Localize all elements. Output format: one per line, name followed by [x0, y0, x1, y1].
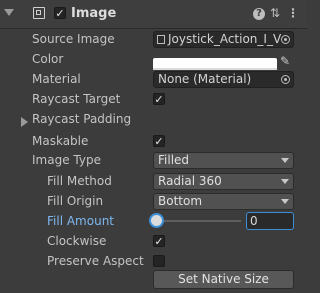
maskable-checkbox[interactable]: ✓ [153, 135, 165, 147]
help-icon[interactable]: ? [253, 8, 265, 20]
component-title: Image [71, 6, 117, 21]
image-type-value: Filled [158, 153, 190, 167]
clockwise-checkbox[interactable]: ✓ [153, 235, 165, 247]
image-type-label: Image Type [32, 153, 101, 167]
collapse-arrow-icon[interactable] [4, 9, 14, 16]
source-image-label: Source Image [32, 32, 115, 46]
material-field[interactable]: None (Material) [153, 71, 294, 88]
clockwise-label: Clockwise [47, 234, 107, 248]
more-icon[interactable]: ⋮ [286, 6, 300, 20]
preserve-aspect-checkbox[interactable] [153, 255, 165, 267]
raycast-target-checkbox[interactable]: ✓ [153, 93, 165, 105]
expand-arrow-icon[interactable] [21, 117, 28, 127]
fill-amount-input[interactable]: 0 [246, 212, 294, 230]
fill-origin-dropdown[interactable]: Bottom [153, 193, 294, 210]
chevron-down-icon [281, 158, 289, 163]
fill-amount-slider-track[interactable] [156, 220, 241, 222]
raycast-padding-label[interactable]: Raycast Padding [32, 110, 131, 128]
object-picker-icon[interactable] [281, 35, 290, 44]
set-native-size-button[interactable]: Set Native Size [153, 270, 294, 289]
material-label: Material [32, 72, 81, 86]
fill-method-dropdown[interactable]: Radial 360 [153, 173, 294, 190]
preserve-aspect-label: Preserve Aspect [47, 254, 144, 268]
fill-method-label: Fill Method [47, 174, 112, 188]
eyedropper-icon[interactable]: ✎ [280, 54, 290, 68]
image-component-icon [33, 7, 45, 19]
chevron-down-icon [281, 199, 289, 204]
object-picker-icon[interactable] [281, 75, 290, 84]
material-value: None (Material) [158, 72, 252, 86]
fill-method-value: Radial 360 [158, 174, 222, 188]
component-header: ✓ Image ? ⇅ ⋮ [0, 0, 307, 29]
component-enabled-checkbox[interactable]: ✓ [54, 7, 66, 19]
fill-amount-slider-thumb[interactable] [151, 215, 162, 226]
color-label: Color [32, 52, 64, 66]
image-type-dropdown[interactable]: Filled [153, 152, 294, 169]
maskable-label: Maskable [32, 134, 89, 148]
sprite-icon [157, 35, 165, 44]
source-image-field[interactable]: Joystick_Action_I_V [153, 31, 294, 48]
chevron-down-icon [281, 179, 289, 184]
fill-amount-label[interactable]: Fill Amount [47, 212, 114, 230]
raycast-target-label: Raycast Target [32, 92, 121, 106]
fill-origin-value: Bottom [158, 194, 203, 208]
color-swatch[interactable] [153, 58, 277, 70]
fill-origin-label: Fill Origin [47, 194, 104, 208]
preset-icon[interactable]: ⇅ [268, 6, 282, 20]
source-image-value: Joystick_Action_I_V [168, 32, 282, 46]
